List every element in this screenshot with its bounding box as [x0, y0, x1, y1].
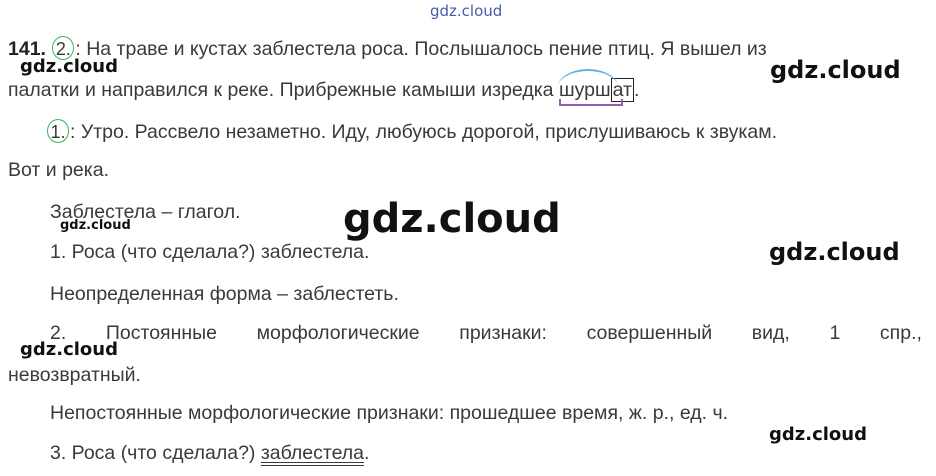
- analysis-infinitive: Неопределенная форма – заблестеть.: [50, 283, 399, 305]
- word: 1: [829, 322, 841, 344]
- sentence-number-circle: 2.: [52, 36, 75, 60]
- word: совершенный: [586, 322, 713, 344]
- watermark-top: gdz.cloud: [430, 2, 503, 20]
- sentence-text: палатки и направился к реке. Прибрежные …: [8, 79, 559, 101]
- task-line-4: Вот и река.: [8, 159, 109, 181]
- task-line-2: палатки и направился к реке. Прибрежные …: [8, 69, 640, 106]
- watermark: gdz.cloud: [770, 56, 901, 84]
- word: спр.,: [879, 322, 922, 344]
- morpheme-word: шурш: [556, 69, 623, 106]
- sentence-text: : Утро. Рассвело незаметно. Иду, любуюсь…: [70, 121, 778, 143]
- root-arc: [556, 69, 619, 89]
- word: признаки:: [459, 322, 547, 344]
- task-line-1: 141. 2.: На траве и кустах заблестела ро…: [8, 36, 767, 61]
- sentence-text: : На траве и кустах заблестела роса. Пос…: [75, 38, 767, 60]
- analysis-heading: Заблестела – глагол.: [50, 201, 241, 223]
- word: Постоянные: [105, 322, 218, 344]
- suffix-mark: [558, 99, 623, 106]
- task-line-3: 1.: Утро. Рассвело незаметно. Иду, любую…: [46, 119, 777, 144]
- sentence-number-circle: 1.: [47, 119, 69, 143]
- word: морфологические: [256, 322, 420, 344]
- word: вид,: [751, 322, 790, 344]
- period: .: [633, 79, 640, 101]
- analysis-point-2: 2. Постоянные морфологические признаки: сове…: [8, 322, 922, 345]
- analysis-point-2-cont: невозвратный.: [8, 364, 141, 386]
- analysis-non-constant: Непостоянные морфологические признаки: п…: [50, 402, 729, 424]
- analysis-point-3: 3. Роса (что сделала?) заблестела.: [50, 442, 370, 464]
- exercise-number: 141.: [8, 38, 46, 60]
- word: 2.: [50, 322, 67, 344]
- watermark-large: gdz.cloud: [343, 196, 561, 242]
- watermark: gdz.cloud: [769, 238, 900, 266]
- predicate-underlined: заблестела: [260, 442, 365, 464]
- watermark: gdz.cloud: [769, 424, 867, 445]
- analysis-point-1: 1. Роса (что сделала?) заблестела.: [50, 241, 370, 263]
